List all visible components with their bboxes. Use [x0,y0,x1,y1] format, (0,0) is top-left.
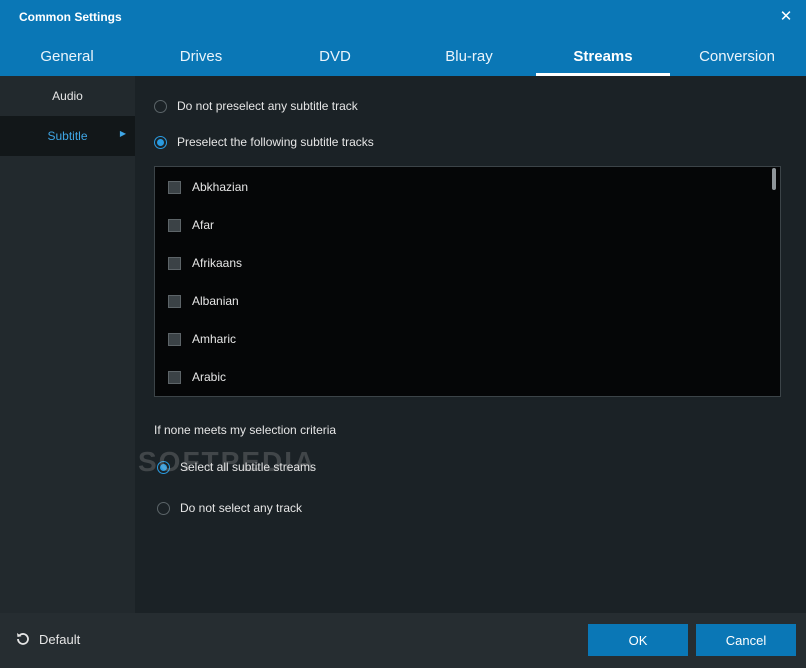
tab-blu-ray[interactable]: Blu-ray [402,36,536,76]
ok-button[interactable]: OK [588,624,688,656]
list-item[interactable]: Arabic [155,358,780,396]
subtitle-language-list[interactable]: Abkhazian Afar Afrikaans Albanian Amharic Ara… [154,166,781,397]
list-item[interactable]: Abkhazian [155,168,780,206]
tab-bar: General Drives DVD Blu-ray Streams Conve… [0,36,806,76]
language-label: Afrikaans [192,256,243,270]
checkbox[interactable] [168,218,181,232]
window-title: Common Settings [19,10,122,24]
tab-conversion[interactable]: Conversion [670,36,804,76]
footer-bar: Default OK Cancel [0,613,806,668]
tab-dvd[interactable]: DVD [268,36,402,76]
cancel-button[interactable]: Cancel [696,624,796,656]
tab-drives[interactable]: Drives [134,36,268,76]
default-label: Default [39,631,81,647]
language-label: Arabic [192,370,227,384]
language-label: Afar [192,218,215,232]
sidebar-item-label: Audio [52,89,83,103]
list-item[interactable]: Afar [155,206,780,244]
radio-button[interactable] [154,135,167,149]
radio-button[interactable] [157,460,170,474]
fallback-label: If none meets my selection criteria [154,423,337,437]
radio-button[interactable] [157,501,170,515]
radio-select-all-streams[interactable]: Select all subtitle streams [157,460,316,474]
radio-select-no-track[interactable]: Do not select any track [157,501,302,515]
sidebar-item-subtitle[interactable]: Subtitle ▶ [0,116,135,156]
radio-label: Do not select any track [180,501,303,515]
list-scrollbar[interactable] [772,168,776,190]
radio-label: Select all subtitle streams [180,460,317,474]
language-label: Abkhazian [192,180,249,194]
language-label: Amharic [192,332,237,346]
title-bar: Common Settings ✕ General Drives DVD Blu… [0,0,806,76]
sidebar-item-audio[interactable]: Audio [0,76,135,116]
sidebar-item-label: Subtitle [47,129,88,143]
checkbox[interactable] [168,332,181,346]
list-item[interactable]: Albanian [155,282,780,320]
reset-icon [14,630,32,648]
radio-button[interactable] [154,99,167,113]
list-item[interactable]: Afrikaans [155,244,780,282]
subtitle-settings-panel: Do not preselect any subtitle track Pres… [135,76,806,613]
language-items: Abkhazian Afar Afrikaans Albanian Amharic Ara… [155,168,780,396]
tab-general[interactable]: General [0,36,134,76]
radio-label: Preselect the following subtitle tracks [177,135,374,149]
chevron-right-icon: ▶ [119,129,126,138]
tab-streams[interactable]: Streams [536,36,670,76]
checkbox[interactable] [168,256,181,270]
checkbox[interactable] [168,180,181,194]
close-icon[interactable]: ✕ [776,6,796,26]
sidebar: Audio Subtitle ▶ [0,76,135,613]
radio-label: Do not preselect any subtitle track [177,99,358,113]
default-button[interactable]: Default [14,630,80,648]
checkbox[interactable] [168,294,181,308]
checkbox[interactable] [168,370,181,384]
language-label: Albanian [192,294,239,308]
list-item[interactable]: Amharic [155,320,780,358]
radio-no-preselect[interactable]: Do not preselect any subtitle track [154,99,358,113]
radio-preselect-following[interactable]: Preselect the following subtitle tracks [154,135,374,149]
